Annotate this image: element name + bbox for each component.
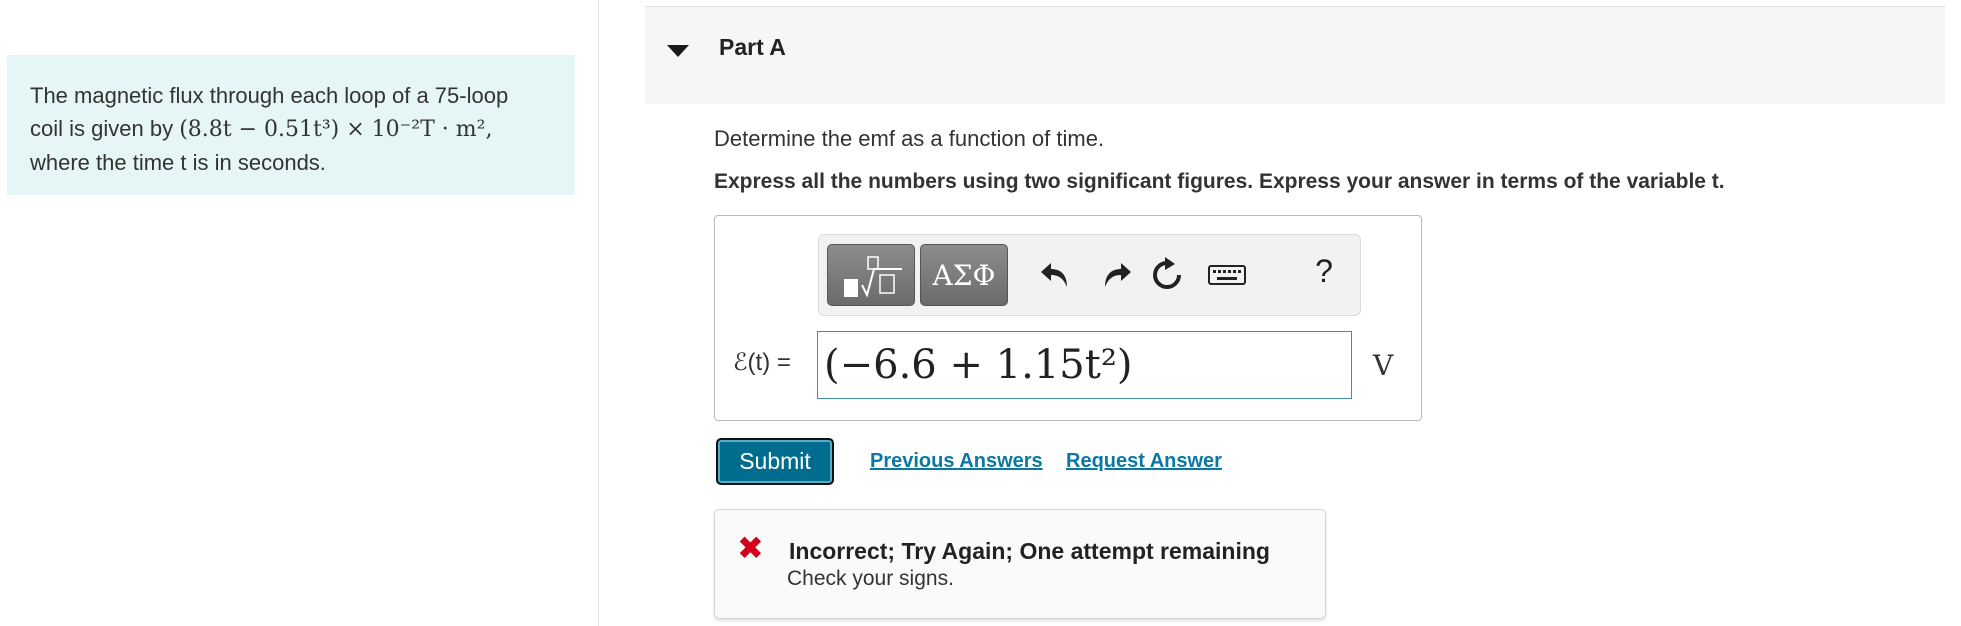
collapse-caret-icon[interactable] [667,45,689,57]
error-x-icon: ✖ [737,530,764,566]
part-title: Part A [719,34,786,60]
answer-input[interactable]: (−6.6 + 1.15t²) [817,331,1352,399]
submit-button[interactable]: Submit [716,438,834,485]
keyboard-icon[interactable] [1205,255,1249,295]
math-toolbar: ΑΣΦ ? [818,234,1361,316]
undo-icon[interactable] [1037,255,1081,295]
feedback-title: Incorrect; Try Again; One attempt remain… [789,538,1270,564]
request-answer-link[interactable]: Request Answer [1066,450,1222,473]
problem-statement: The magnetic flux through each loop of a… [7,55,575,195]
emf-label: ℰ(t) = [733,349,791,376]
problem-line-3: where the time t is in seconds. [30,150,326,175]
templates-icon [844,256,902,298]
feedback-message: Check your signs. [787,567,954,590]
answer-box: ΑΣΦ ? ℰ(t) = (−6.6 + 1.15t²) V [714,215,1422,421]
column-divider [598,0,599,626]
feedback-box: ✖ Incorrect; Try Again; One attempt rema… [714,509,1326,619]
problem-line-2-prefix: coil is given by [30,116,174,141]
help-button[interactable]: ? [1309,253,1339,290]
problem-line-2: coil is given by (8.8t − 0.51t³) × 10⁻²T… [30,112,552,146]
templates-button[interactable] [827,244,915,306]
redo-icon[interactable] [1091,255,1135,295]
instruction-text: Express all the numbers using two signif… [714,170,1725,193]
reset-icon[interactable] [1145,255,1189,295]
unit-label: V [1373,349,1394,382]
previous-answers-link[interactable]: Previous Answers [870,450,1043,473]
part-a-header[interactable]: Part A [645,6,1945,104]
flux-formula: (8.8t − 0.51t³) × 10⁻²T · m², [179,117,493,142]
problem-line-1: The magnetic flux through each loop of a… [30,83,509,108]
greek-symbols-button[interactable]: ΑΣΦ [920,244,1008,306]
question-text: Determine the emf as a function of time. [714,126,1105,151]
